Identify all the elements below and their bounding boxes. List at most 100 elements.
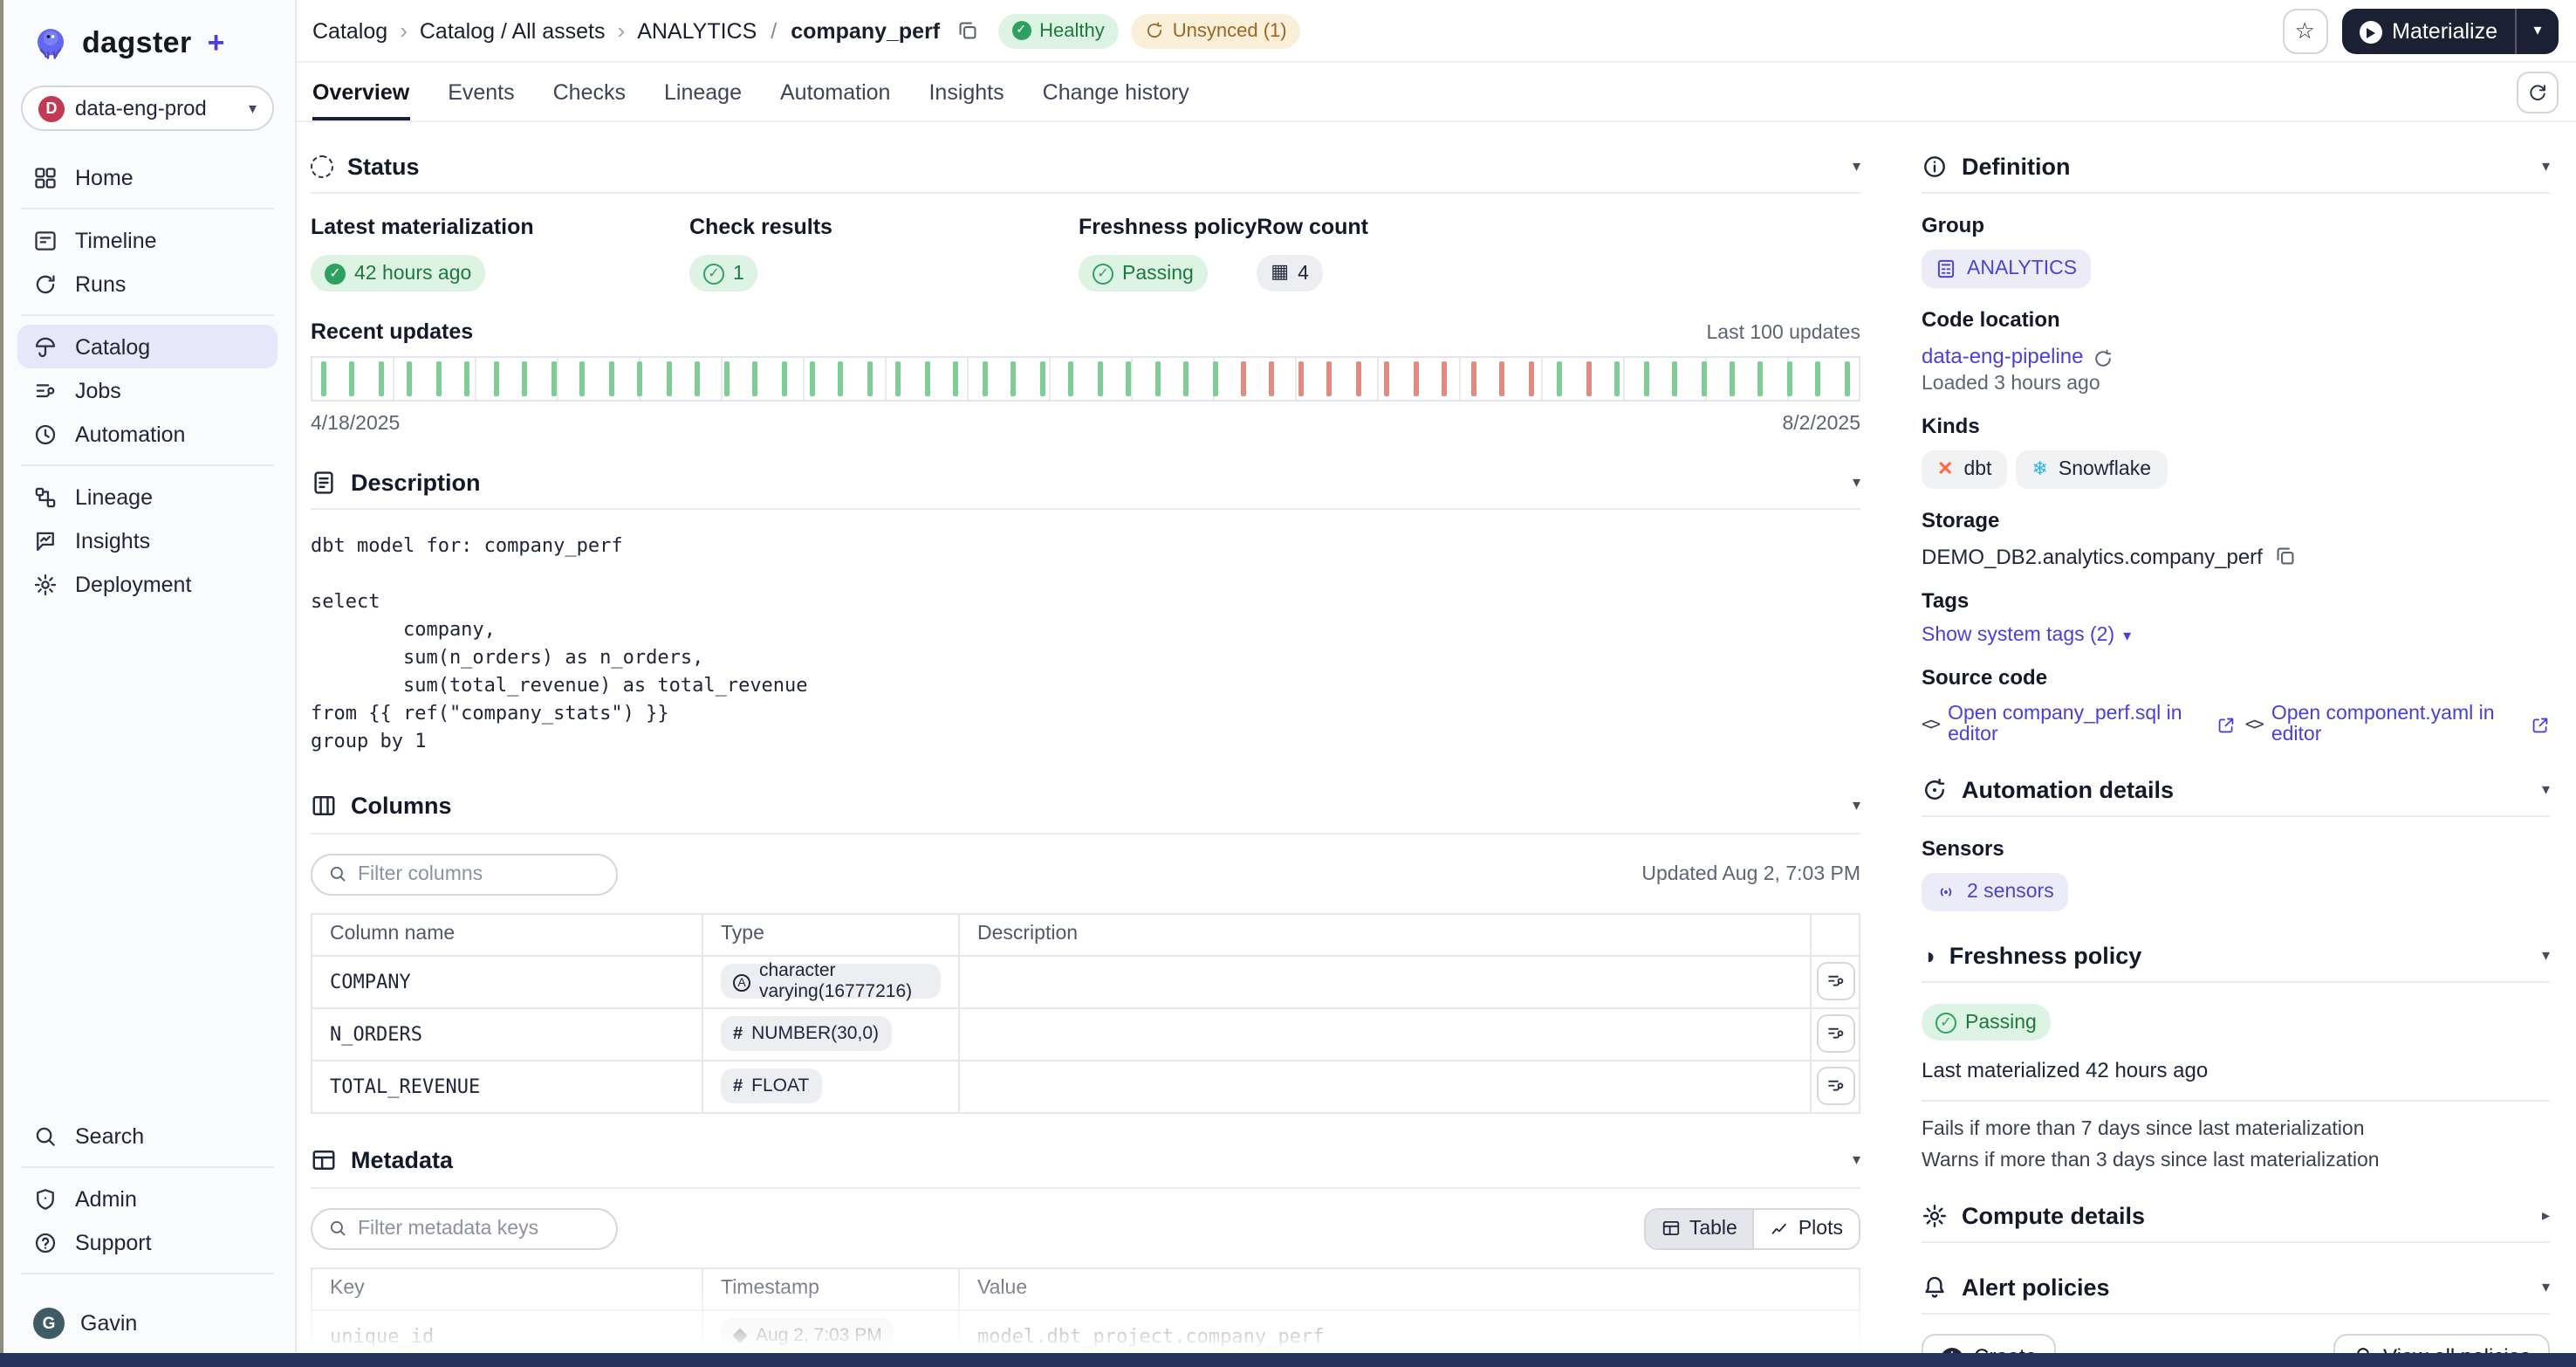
update-bar[interactable] (637, 361, 642, 396)
update-bar[interactable] (552, 361, 557, 396)
description-section-header[interactable]: Description ▾ (311, 459, 1860, 505)
update-bar[interactable] (321, 361, 326, 396)
update-bar[interactable] (723, 361, 729, 396)
update-bar[interactable] (1414, 361, 1419, 396)
metadata-filter-input[interactable] (358, 1218, 600, 1239)
tab-checks[interactable]: Checks (553, 63, 626, 120)
collapse-icon[interactable]: ▾ (1853, 1152, 1860, 1168)
sidebar-item-automation[interactable]: Automation (17, 412, 277, 456)
tab-insights[interactable]: Insights (928, 63, 1004, 120)
update-bar[interactable] (1499, 361, 1504, 396)
sidebar-item-catalog[interactable]: Catalog (17, 325, 277, 368)
status-badge[interactable]: ✓Passing (1079, 255, 1208, 292)
sidebar-item-runs[interactable]: Runs (17, 262, 277, 306)
user-menu[interactable]: G Gavin (17, 1301, 277, 1346)
update-bar[interactable] (1327, 361, 1333, 396)
update-bar[interactable] (1730, 361, 1735, 396)
sensors-badge[interactable]: 2 sensors (1922, 873, 2068, 911)
update-bar[interactable] (608, 361, 613, 396)
update-bar[interactable] (1787, 361, 1792, 396)
sidebar-item-lineage[interactable]: Lineage (17, 475, 277, 519)
update-bar[interactable] (1701, 361, 1706, 396)
kind-badge-snowflake[interactable]: ❄Snowflake (2016, 450, 2167, 489)
status-section-header[interactable]: Status ▾ (311, 143, 1860, 189)
metadata-filter[interactable] (311, 1207, 618, 1249)
update-bar[interactable] (579, 361, 585, 396)
copy-icon[interactable] (956, 18, 980, 43)
update-bar[interactable] (379, 361, 384, 396)
update-bar[interactable] (1758, 361, 1764, 396)
update-bar[interactable] (1586, 361, 1591, 396)
update-bar[interactable] (896, 361, 901, 396)
sidebar-item-support[interactable]: Support (17, 1220, 277, 1264)
update-bar[interactable] (1471, 361, 1476, 396)
update-bar[interactable] (983, 361, 988, 396)
update-bar[interactable] (1557, 361, 1562, 396)
update-bar[interactable] (781, 361, 786, 396)
update-bar[interactable] (1039, 361, 1045, 396)
favorite-button[interactable]: ☆ (2282, 8, 2327, 53)
update-bar[interactable] (925, 361, 930, 396)
update-bar[interactable] (1845, 361, 1850, 396)
group-badge[interactable]: ANALYTICS (1922, 250, 2091, 288)
tab-overview[interactable]: Overview (312, 63, 409, 120)
sidebar-item-jobs[interactable]: Jobs (17, 368, 277, 412)
update-bar[interactable] (1270, 361, 1275, 396)
view-column-lineage-button[interactable] (1816, 962, 1854, 1000)
update-bar[interactable] (408, 361, 413, 396)
update-bar[interactable] (523, 361, 528, 396)
columns-filter[interactable] (311, 853, 618, 895)
refresh-button[interactable] (2517, 71, 2559, 113)
health-badge[interactable]: ✓Healthy (997, 13, 1119, 48)
collapse-icon[interactable]: ▾ (2542, 1279, 2550, 1295)
unsynced-badge[interactable]: Unsynced (1) (1131, 13, 1301, 48)
collapse-icon[interactable]: ▾ (1853, 474, 1860, 490)
kind-badge-dbt[interactable]: ✕dbt (1922, 450, 2007, 489)
update-bar[interactable] (752, 361, 757, 396)
update-bar[interactable] (954, 361, 959, 396)
update-bar[interactable] (1672, 361, 1677, 396)
update-bar[interactable] (465, 361, 470, 396)
view-column-lineage-button[interactable] (1816, 1067, 1854, 1105)
tab-lineage[interactable]: Lineage (664, 63, 742, 120)
update-bar[interactable] (1011, 361, 1017, 396)
show-system-tags-link[interactable]: Show system tags (2) (1922, 625, 2114, 646)
update-bar[interactable] (810, 361, 815, 396)
definition-section-header[interactable]: Definition ▾ (1922, 143, 2550, 189)
update-bar[interactable] (867, 361, 873, 396)
updates-strip[interactable] (311, 356, 1860, 402)
timestamp-badge[interactable]: Aug 2, 7:03 PM (721, 1318, 894, 1353)
update-bar[interactable] (1212, 361, 1217, 396)
breadcrumb-catalog[interactable]: Catalog (312, 18, 387, 43)
columns-filter-input[interactable] (358, 863, 600, 884)
update-bar[interactable] (1816, 361, 1821, 396)
update-bar[interactable] (1183, 361, 1189, 396)
update-bar[interactable] (1097, 361, 1102, 396)
logo[interactable]: dagster+ (0, 23, 295, 65)
open-in-editor-link[interactable]: Open company_perf.sql in editor (1948, 704, 2209, 745)
update-bar[interactable] (1643, 361, 1648, 396)
update-bar[interactable] (1385, 361, 1390, 396)
code-location-link[interactable]: data-eng-pipeline (1922, 344, 2084, 368)
open-in-editor-link[interactable]: Open component.yaml in editor (2271, 704, 2522, 745)
materialize-main[interactable]: Materialize (2341, 15, 2515, 46)
update-bar[interactable] (839, 361, 844, 396)
breadcrumb-all-assets[interactable]: Catalog / All assets (420, 18, 606, 43)
status-badge[interactable]: ✓42 hours ago (311, 255, 485, 292)
update-bar[interactable] (436, 361, 442, 396)
tab-events[interactable]: Events (448, 63, 514, 120)
update-bar[interactable] (1298, 361, 1304, 396)
toggle-plots[interactable]: Plots (1753, 1209, 1859, 1247)
freshness-policy-header[interactable]: ◑ Freshness policy ▾ (1922, 932, 2550, 978)
sidebar-item-search[interactable]: Search (17, 1114, 277, 1157)
status-badge[interactable]: ▦4 (1257, 255, 1323, 292)
update-bar[interactable] (1126, 361, 1131, 396)
update-bar[interactable] (1356, 361, 1361, 396)
update-bar[interactable] (350, 361, 355, 396)
sidebar-item-insights[interactable]: Insights (17, 519, 277, 562)
update-bar[interactable] (494, 361, 499, 396)
compute-details-header[interactable]: Compute details ▸ (1922, 1192, 2550, 1238)
materialize-button[interactable]: Materialize ▾ (2341, 8, 2559, 53)
columns-section-header[interactable]: Columns ▾ (311, 783, 1860, 828)
toggle-table[interactable]: Table (1646, 1209, 1753, 1247)
